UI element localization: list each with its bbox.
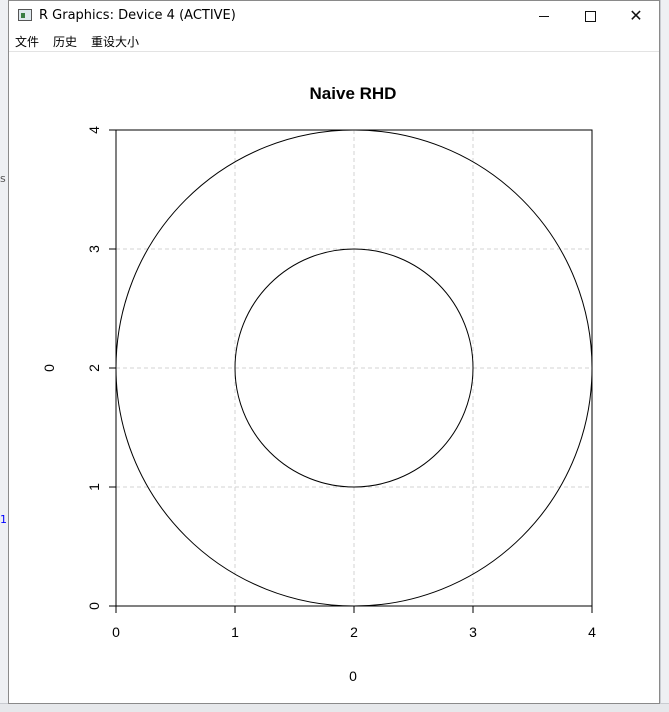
- menu-item-file[interactable]: 文件: [15, 33, 39, 50]
- x-axis: 0 1 2 3 4: [112, 606, 596, 640]
- window-titlebar[interactable]: R Graphics: Device 4 (ACTIVE) ✕: [9, 1, 659, 31]
- y-tick-label: 0: [86, 602, 102, 610]
- plot-area: Naive RHD 0 0 0 1 2 3 4 0 1 2 3 4: [9, 52, 661, 702]
- menu-item-history[interactable]: 历史: [53, 33, 77, 50]
- x-tick-label: 1: [231, 624, 239, 640]
- chart-title: Naive RHD: [310, 84, 397, 103]
- background-app-right-edge: [660, 0, 669, 712]
- maximize-button[interactable]: [567, 1, 613, 31]
- x-tick-label: 4: [588, 624, 596, 640]
- close-button[interactable]: ✕: [613, 1, 659, 31]
- background-text-fragment: s: [0, 172, 6, 185]
- grid-lines: [115, 129, 593, 607]
- x-axis-label: 0: [349, 668, 357, 684]
- minimize-icon: [539, 15, 549, 17]
- menu-item-resize[interactable]: 重设大小: [91, 33, 139, 50]
- x-tick-label: 2: [350, 624, 358, 640]
- x-tick-label: 0: [112, 624, 120, 640]
- y-tick-label: 4: [86, 126, 102, 134]
- close-icon: ✕: [629, 6, 643, 25]
- y-tick-label: 1: [86, 483, 102, 491]
- r-graphics-app-icon[interactable]: [18, 9, 32, 21]
- background-app-bottom-edge: [0, 703, 669, 712]
- menu-bar: 文件 历史 重设大小: [9, 31, 659, 52]
- y-tick-label: 2: [86, 364, 102, 372]
- maximize-icon: [584, 10, 596, 22]
- window-title: R Graphics: Device 4 (ACTIVE): [39, 8, 236, 23]
- y-axis: 0 1 2 3 4: [86, 126, 116, 610]
- y-tick-label: 3: [86, 245, 102, 253]
- chart-svg: Naive RHD 0 0 0 1 2 3 4 0 1 2 3 4: [41, 84, 596, 684]
- minimize-button[interactable]: [521, 1, 567, 31]
- r-graphics-window: R Graphics: Device 4 (ACTIVE) ✕ 文件 历史 重设…: [8, 0, 660, 704]
- background-link-fragment: 1: [0, 513, 7, 526]
- y-axis-label: 0: [41, 364, 57, 372]
- x-tick-label: 3: [469, 624, 477, 640]
